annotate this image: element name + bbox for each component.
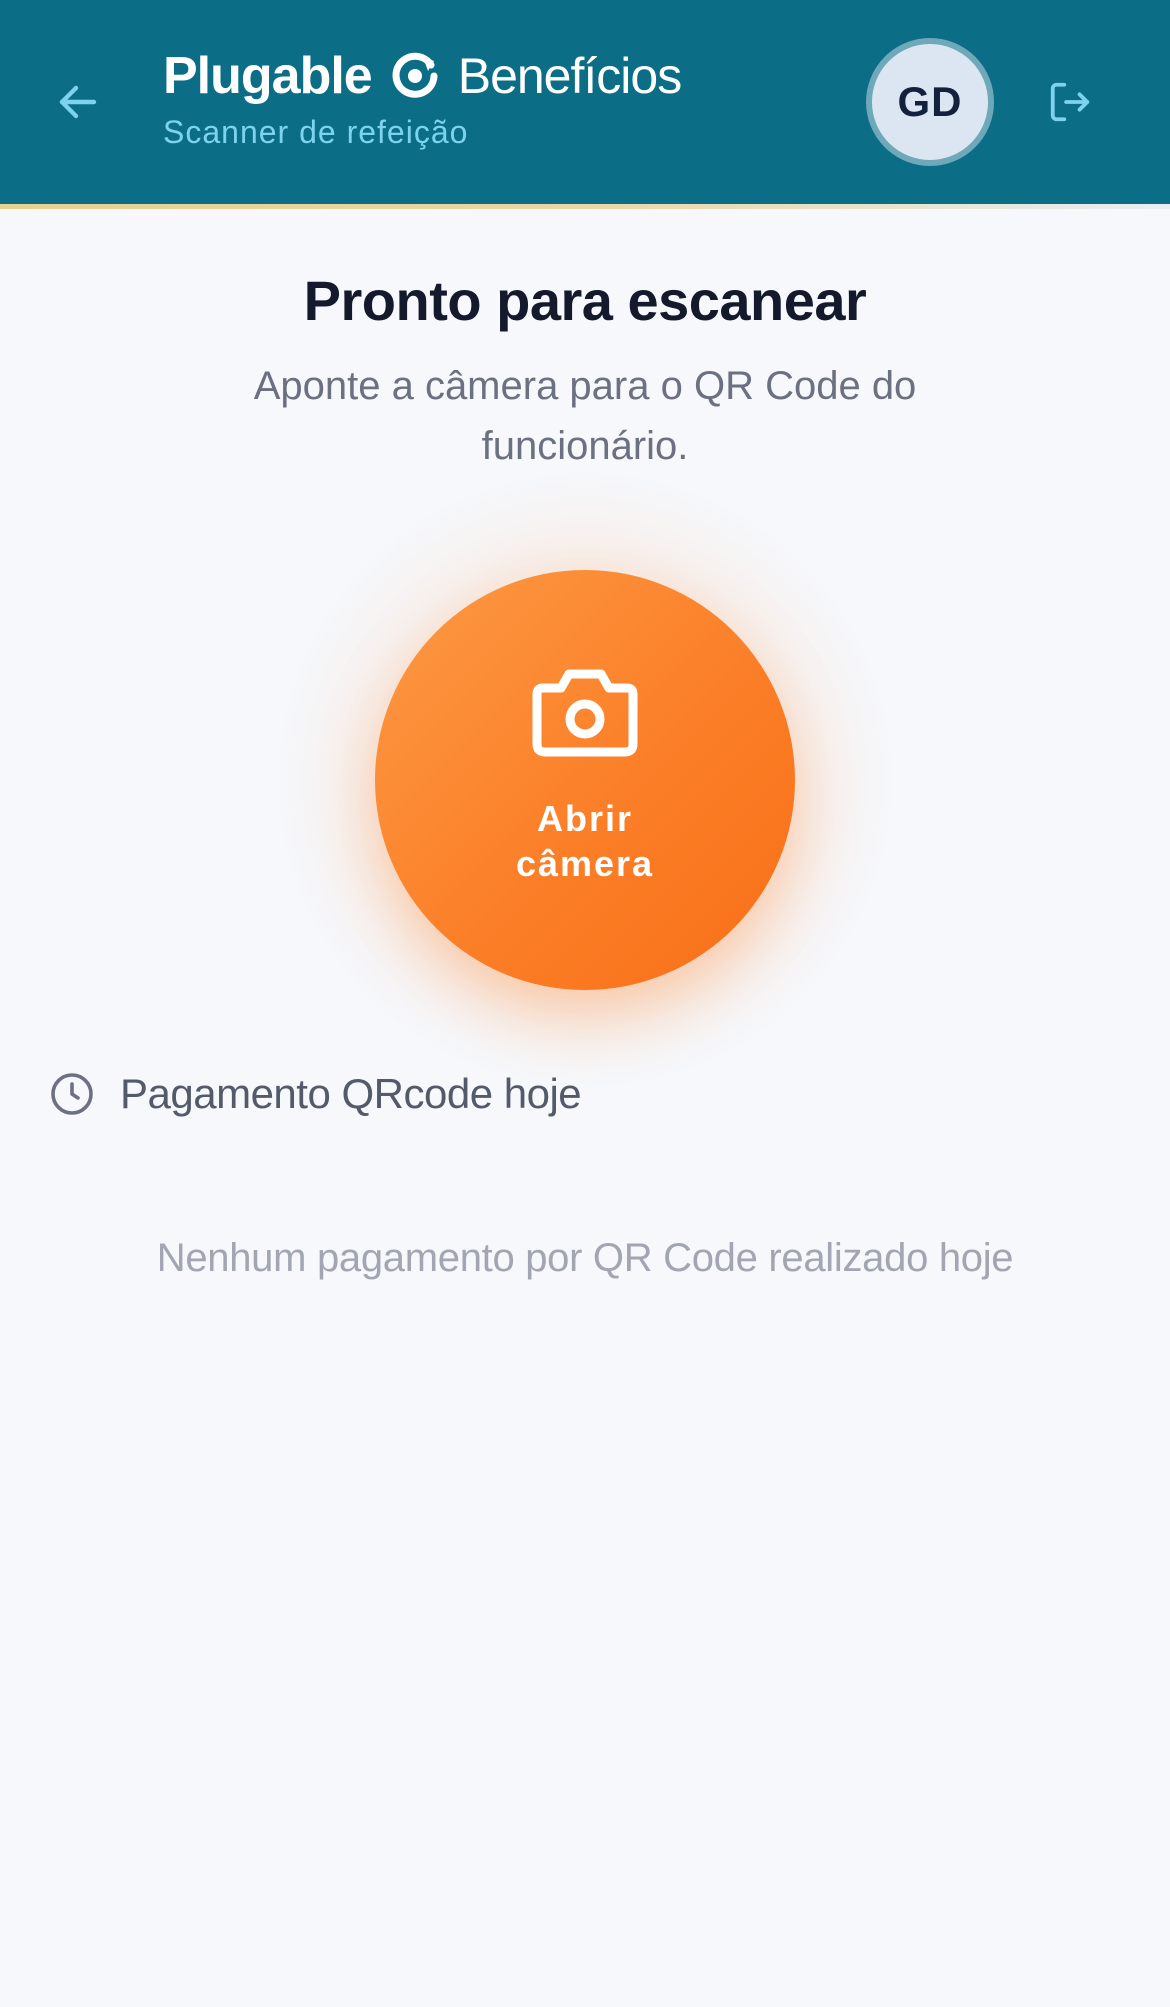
plugable-logo-icon [390, 51, 440, 101]
history-label: Pagamento QRcode hoje [120, 1070, 582, 1117]
empty-state-text: Nenhum pagamento por QR Code realizado h… [156, 1236, 1014, 1280]
clock-icon [51, 1073, 93, 1115]
page-title: Pronto para escanear [303, 269, 867, 332]
camera-icon [532, 669, 638, 757]
page-subtitle: Scanner de refeição [163, 114, 469, 150]
brand: Plugable Benefícios [163, 46, 682, 106]
avatar[interactable]: GD [866, 38, 994, 166]
header-accent-line [0, 204, 1170, 209]
brand-name: Plugable [163, 47, 373, 105]
scan-instructions: Aponte a câmera para o QR Code do funcio… [253, 364, 917, 468]
today-qr-payments-header: Pagamento QRcode hoje [48, 1066, 582, 1122]
app-header: Plugable Benefícios Scanner de refeição … [0, 0, 1170, 204]
logout-icon [1050, 82, 1090, 122]
logout-button[interactable] [1040, 72, 1100, 132]
arrow-left-icon [59, 85, 97, 119]
back-button[interactable] [46, 70, 110, 134]
open-camera-label: Abrir câmera [515, 798, 655, 884]
brand-product: Benefícios [457, 48, 682, 104]
open-camera-button[interactable]: Abrir câmera [375, 570, 795, 990]
